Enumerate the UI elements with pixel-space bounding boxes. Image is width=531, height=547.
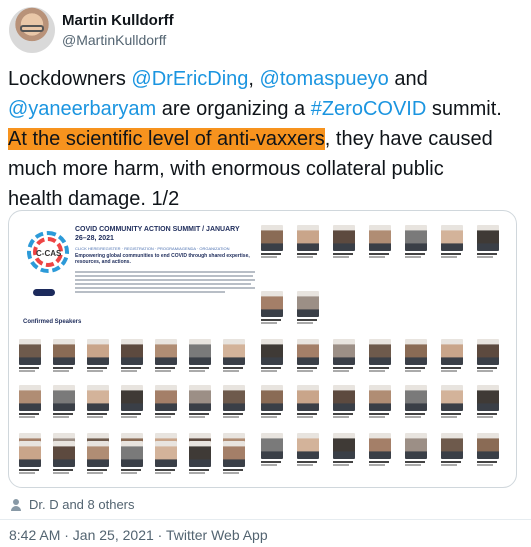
speaker-photo — [87, 385, 109, 418]
author-handle[interactable]: @MartinKulldorff — [62, 32, 166, 48]
speaker-photo — [297, 291, 319, 324]
speaker-photo — [369, 433, 391, 466]
author-name[interactable]: Martin Kulldorff — [62, 12, 174, 29]
speaker-photo — [477, 225, 499, 258]
summit-links: CLICK HERE/REGISTER · REGISTRATION · PRO… — [75, 246, 230, 251]
speaker-photo — [477, 433, 499, 466]
summit-title: COVID COMMUNITY ACTION SUMMIT / JANUARY … — [75, 226, 240, 242]
tweet-text: Lockdowners @DrEricDing, @tomaspueyo and… — [8, 64, 523, 214]
speaker-photo — [223, 385, 245, 418]
speaker-photo — [261, 291, 283, 324]
speaker-photo — [297, 385, 319, 418]
tweet-text-line: much more harm, with enormous collateral… — [8, 158, 444, 180]
confirmed-speakers-heading: Confirmed Speakers — [23, 319, 82, 325]
speaker-photo — [189, 441, 211, 474]
speaker-photo — [441, 225, 463, 258]
liked-by-text: Dr. D and 8 others — [29, 497, 135, 512]
speaker-photo — [261, 339, 283, 372]
speaker-photo — [189, 339, 211, 372]
tweet-text-segment: are organizing a — [156, 98, 311, 120]
speaker-photo — [333, 385, 355, 418]
speaker-photo — [223, 339, 245, 372]
speaker-photo — [297, 225, 319, 258]
mention-link[interactable]: @tomaspueyo — [260, 68, 389, 90]
speaker-photo — [441, 433, 463, 466]
speaker-photo — [19, 339, 41, 372]
summit-description — [75, 271, 255, 295]
divider — [0, 519, 531, 520]
speaker-photo — [121, 441, 143, 474]
speaker-photo — [155, 385, 177, 418]
media-image[interactable]: C-CAS COVID COMMUNITY ACTION SUMMIT / JA… — [8, 210, 517, 488]
mention-link[interactable]: @yaneerbaryam — [8, 98, 156, 120]
speaker-photo — [405, 385, 427, 418]
speaker-photo — [19, 441, 41, 474]
speaker-photo — [333, 339, 355, 372]
tweet-text-segment: , they have caused — [324, 128, 493, 150]
speaker-photo — [261, 385, 283, 418]
speaker-photo — [87, 441, 109, 474]
speaker-photo — [189, 385, 211, 418]
speaker-photo — [369, 339, 391, 372]
speaker-photo — [53, 385, 75, 418]
speaker-photo — [477, 385, 499, 418]
speaker-photo — [369, 385, 391, 418]
speaker-photo — [19, 385, 41, 418]
speaker-photo — [53, 441, 75, 474]
speaker-photo — [333, 433, 355, 466]
mention-link[interactable]: @DrEricDing — [131, 68, 248, 90]
speaker-photo — [405, 433, 427, 466]
tweet-text-segment: Lockdowners — [8, 68, 132, 90]
speaker-photo — [121, 339, 143, 372]
tweet-text-segment: summit. — [426, 98, 502, 120]
tweet-timestamp[interactable]: 8:42 AM · Jan 25, 2021 · Twitter Web App — [9, 527, 268, 543]
logo-text: C-CAS — [36, 249, 62, 258]
speaker-photo — [297, 433, 319, 466]
speaker-photo — [333, 225, 355, 258]
speaker-photo — [369, 225, 391, 258]
speaker-photo — [155, 339, 177, 372]
speaker-photo — [155, 441, 177, 474]
speaker-photo — [441, 339, 463, 372]
speaker-photo — [261, 225, 283, 258]
speaker-photo — [223, 441, 245, 474]
speaker-photo — [297, 339, 319, 372]
summit-tagline: Empowering global communities to end COV… — [75, 253, 250, 265]
hashtag-link[interactable]: #ZeroCOVID — [311, 98, 427, 120]
highlighted-text: At the scientific level of anti-vaxxers — [8, 128, 325, 150]
speaker-photo — [121, 385, 143, 418]
speaker-photo — [405, 225, 427, 258]
avatar[interactable] — [9, 7, 55, 53]
speaker-photo — [477, 339, 499, 372]
liked-by[interactable]: Dr. D and 8 others — [10, 497, 135, 512]
speaker-photo — [441, 385, 463, 418]
speaker-photo — [87, 339, 109, 372]
register-button — [33, 289, 55, 296]
speaker-photo — [53, 339, 75, 372]
speaker-photo — [405, 339, 427, 372]
person-icon — [10, 498, 22, 511]
speaker-photo — [261, 433, 283, 466]
tweet-text-segment: and — [388, 68, 428, 90]
tweet-text-segment: , — [248, 68, 260, 90]
